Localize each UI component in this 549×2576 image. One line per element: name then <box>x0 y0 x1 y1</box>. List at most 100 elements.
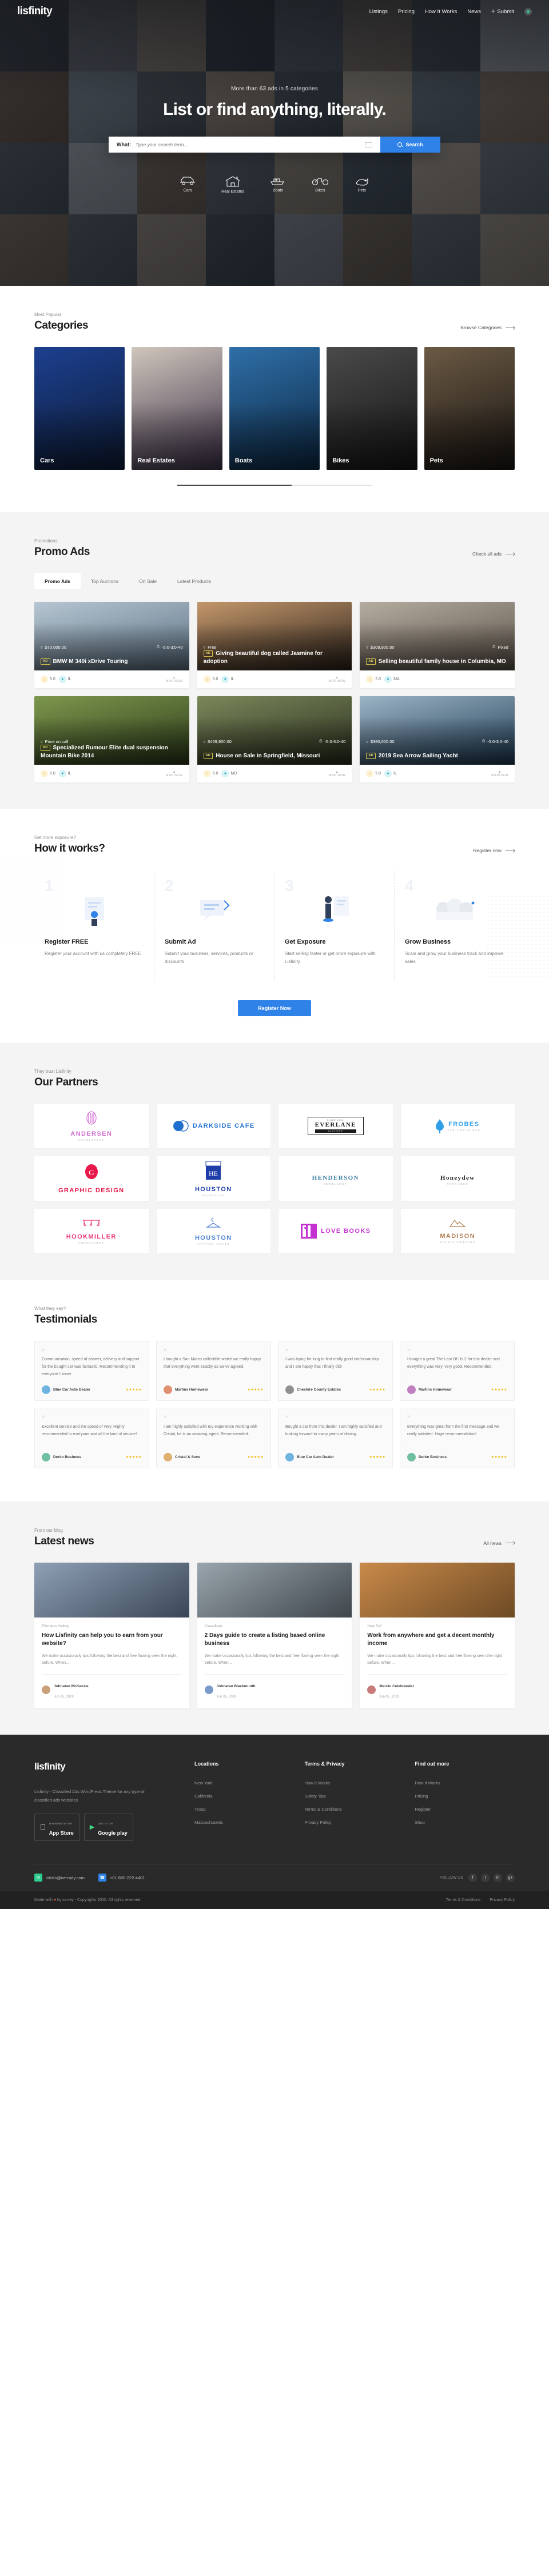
register-now-link[interactable]: Register now <box>473 848 515 855</box>
search-input[interactable] <box>136 142 360 147</box>
promo-tab[interactable]: Latest Products <box>167 573 221 589</box>
google-play-button[interactable]: ▶ GET IT ON Google play <box>83 1813 133 1841</box>
promo-ad-card[interactable]: ▿ Free AD Giving beautiful dog called Jasmi… <box>197 602 352 688</box>
step-description: Start selling faster or get more exposur… <box>285 951 376 964</box>
news-card[interactable]: How To? Work from anywhere and get a dece… <box>360 1562 515 1708</box>
user-account-icon[interactable] <box>524 7 532 15</box>
promo-ad-card[interactable]: ▿ $469,900.00 ⏱ -5:0-3:0-40 AD House on Sale … <box>197 696 352 782</box>
promo-ad-card[interactable]: ▿ Price on call AD Specialized Rumour Elite… <box>34 696 189 782</box>
app-store-button[interactable]:  Download on the App Store <box>34 1813 79 1841</box>
promo-brand-text: MADISON <box>328 773 346 777</box>
partner-card[interactable]: HOUSTON APPAREL COATS <box>156 1209 270 1253</box>
promo-eyebrow: Promotions <box>34 538 58 544</box>
clock-icon: ⏱ <box>482 739 486 744</box>
social-icon[interactable]: in <box>494 1873 502 1882</box>
promo-tab[interactable]: Top Auctions <box>81 573 129 589</box>
testimonial-author: Derko Business <box>419 1455 447 1459</box>
car-icon <box>180 177 196 185</box>
search-button[interactable]: Search <box>380 137 440 153</box>
category-card[interactable]: Pets <box>424 347 515 470</box>
footer-link[interactable]: Terms & Conditions <box>305 1807 405 1812</box>
hero-category-real-estates[interactable]: Real Estates <box>221 175 244 194</box>
category-card[interactable]: Real Estates <box>132 347 222 470</box>
social-icon[interactable]: g+ <box>506 1873 515 1882</box>
footer-link[interactable]: Massachusetts <box>194 1820 295 1825</box>
partner-card[interactable]: HE HOUSTON HAIRSALON <box>156 1156 270 1201</box>
step-illustration <box>405 884 504 929</box>
footer-logo[interactable]: lisfinity <box>34 1761 184 1772</box>
step-number: 3 <box>285 877 294 894</box>
all-news-link[interactable]: All news <box>483 1540 515 1548</box>
hero-category-boats[interactable]: Boats <box>269 175 287 194</box>
nav-item-pricing[interactable]: Pricing <box>398 9 415 15</box>
promo-price: ▿ $70,000.00 <box>41 645 66 650</box>
footer-link[interactable]: Privacy Policy <box>305 1820 405 1825</box>
step-description: Scale and grow your business track and i… <box>405 951 504 964</box>
browse-categories-label: Browse Categories <box>460 325 502 330</box>
promo-card-title: AD Selling beautiful family house in Colu… <box>366 658 508 666</box>
nav-submit-button[interactable]: + Submit <box>491 8 514 15</box>
testimonials-title: Testimonials <box>34 1313 97 1325</box>
footer-email[interactable]: ✉ infolis@ne-rady.com <box>34 1874 85 1882</box>
promo-ad-card[interactable]: ▿ $309,900.00 ⏱ Fixed AD Selling beautiful fa… <box>360 602 515 688</box>
footer-link[interactable]: Register <box>415 1807 515 1812</box>
avatar <box>285 1452 294 1461</box>
category-card[interactable]: Boats <box>229 347 320 470</box>
site-logo[interactable]: lisfinity <box>17 5 53 18</box>
categories-scrollbar[interactable] <box>177 485 372 486</box>
nav-item-how-it-works[interactable]: How It Works <box>425 9 457 15</box>
nav-item-news[interactable]: News <box>467 9 481 15</box>
promo-tab[interactable]: On Sale <box>129 573 167 589</box>
testimonial-card: “ Communication, speed of answer, deliver… <box>34 1341 149 1401</box>
partner-card[interactable]: SINCE 1954 EVERLANE CLOTHING <box>279 1104 393 1148</box>
news-card[interactable]: Classifieds 2 Days guide to create a list… <box>197 1562 352 1708</box>
partner-mark <box>82 1220 100 1227</box>
partner-card[interactable]: Honeydew PERFUMES <box>400 1156 515 1201</box>
partner-card[interactable]: DARKSIDE CAFE <box>156 1104 270 1148</box>
envelope-icon: ✉ <box>34 1874 42 1882</box>
step-description: Submit your business, services, products… <box>165 951 253 964</box>
footer-phone[interactable]: ☎ +01 880-222-4401 <box>98 1874 145 1882</box>
news-card[interactable]: Effortless Selling How Lisfinity can help… <box>34 1562 189 1708</box>
footer-link[interactable]: Pricing <box>415 1794 515 1799</box>
footer-link[interactable]: California <box>194 1794 295 1799</box>
partner-card[interactable]: HENDERSON JEWELLERY <box>279 1156 393 1201</box>
partner-card[interactable]: HOOKMILLER FURNITURES <box>34 1209 149 1253</box>
footer-link[interactable]: Safety Tips <box>305 1794 405 1799</box>
promo-region-value: MA <box>393 677 400 681</box>
social-icon[interactable]: f <box>468 1873 477 1882</box>
promo-tab[interactable]: Promo Ads <box>34 573 81 589</box>
footer-bottom-link[interactable]: Terms & Conditions <box>446 1898 481 1902</box>
footer-bottom-link[interactable]: Privacy Policy <box>490 1898 515 1902</box>
category-card[interactable]: Bikes <box>327 347 417 470</box>
partner-card[interactable]: MADISON MOUNTAINEERING <box>400 1209 515 1253</box>
promo-footer: ☆ 5.0 ● IL ▲ MADISON <box>197 670 352 688</box>
partner-card[interactable]: ANDERSEN UPHOLSTERY <box>34 1104 149 1148</box>
category-card[interactable]: Cars <box>34 347 125 470</box>
partner-card[interactable]: FROBES ICE CREAM BAR <box>400 1104 515 1148</box>
footer-link[interactable]: New York <box>194 1780 295 1786</box>
register-now-button[interactable]: Register Now <box>238 1000 311 1016</box>
nav-item-listings[interactable]: Listings <box>369 9 388 15</box>
footer-link[interactable]: How It Works <box>415 1780 515 1786</box>
partner-card[interactable]: LOVE BOOKS <box>279 1209 393 1253</box>
quote-icon: “ <box>42 1414 45 1423</box>
hero-category-pets[interactable]: Pets <box>354 175 370 194</box>
app-store-badges:  Download on the App Store ▶ GET IT ON … <box>34 1813 184 1841</box>
check-all-ads-link[interactable]: Check all ads <box>472 551 515 558</box>
promo-ad-card[interactable]: ▿ $380,000.00 ⏱ -5:0-3:0-40 AD 2019 Sea Arrow… <box>360 696 515 782</box>
partner-logo: MADISON MOUNTAINEERING <box>440 1219 476 1244</box>
promo-title-text: Giving beautiful dog called Jasmine for … <box>203 650 323 665</box>
hero-category-label: Pets <box>357 189 366 193</box>
promo-ad-card[interactable]: ▿ $70,000.00 ⏱ -5:0-3:0-40 AD BMW M 340i xDri… <box>34 602 189 688</box>
footer-link[interactable]: How It Works <box>305 1780 405 1786</box>
ad-badge: AD <box>203 752 213 759</box>
footer-link[interactable]: Texas <box>194 1807 295 1812</box>
social-icon[interactable]: t <box>481 1873 490 1882</box>
hero-category-cars[interactable]: Cars <box>179 175 196 194</box>
footer-link[interactable]: Shop <box>415 1820 515 1825</box>
quote-icon: “ <box>164 1414 167 1423</box>
partner-card[interactable]: G GRAPHIC DESIGN <box>34 1156 149 1201</box>
hero-category-bikes[interactable]: Bikes <box>312 175 329 194</box>
browse-categories-link[interactable]: Browse Categories <box>460 325 515 332</box>
